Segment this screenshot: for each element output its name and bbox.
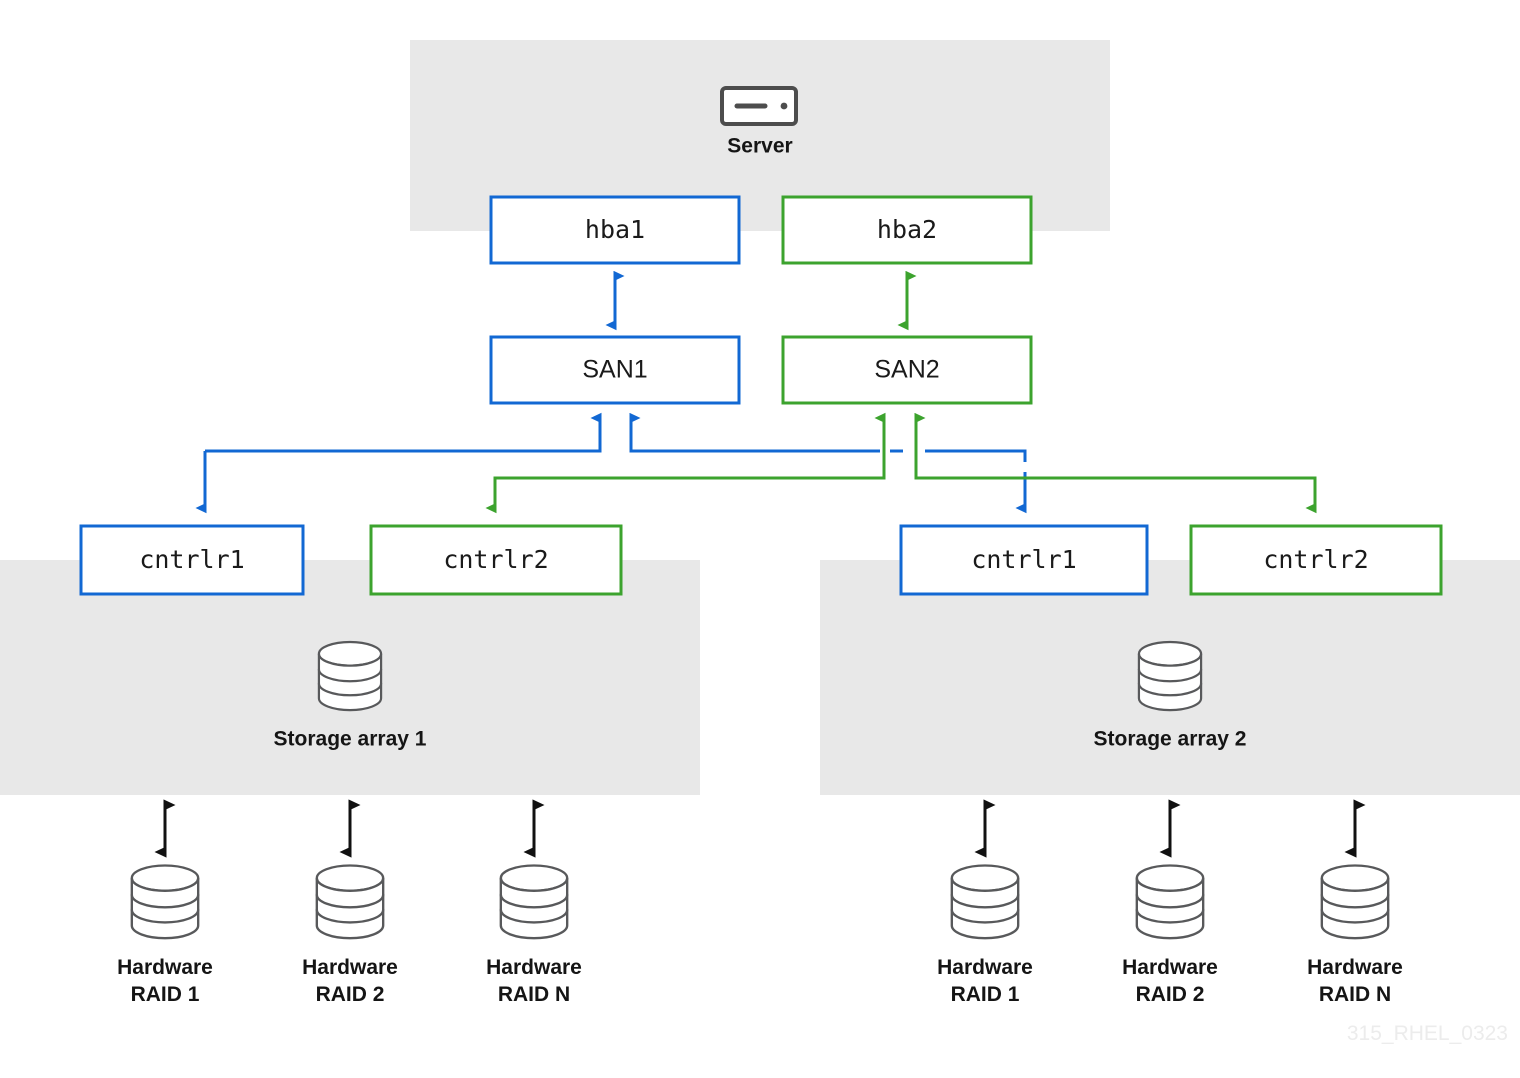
array2-raidn-label-line2: RAID N [1319, 983, 1391, 1006]
array2-cntrlr2-label: cntrlr2 [1263, 545, 1368, 574]
array2-raid2-disk-stack-icon [1135, 864, 1205, 940]
array1-cntrlr2-label: cntrlr2 [443, 545, 548, 574]
storage-array-1-label: Storage array 1 [274, 728, 427, 751]
storage-array-1-disk-stack-icon [317, 640, 383, 712]
array2-raid1-disk-stack-icon [950, 864, 1020, 940]
topology-diagram: Server hba1 hba2 SAN1 SAN2 cntrlr1 cntrl… [0, 40, 1520, 1045]
array2-raid1-label-line2: RAID 1 [951, 983, 1020, 1006]
blue-bus-right-seg1 [629, 412, 880, 453]
blue-bus-left [205, 412, 602, 453]
san1-label: SAN1 [582, 356, 647, 384]
server-label: Server [727, 135, 792, 158]
san2-label: SAN2 [874, 356, 939, 384]
array1-raidn-label-line1: Hardware [486, 956, 582, 979]
hba1-label: hba1 [585, 215, 645, 244]
storage-array-2-disk-stack-icon [1137, 640, 1203, 712]
green-bus-right-run [914, 412, 1317, 514]
array1-raid2-label-line2: RAID 2 [316, 983, 385, 1006]
array1-raidn-label-line2: RAID N [498, 983, 570, 1006]
array2-raid2-label-line2: RAID 2 [1136, 983, 1205, 1006]
diagram-canvas: Server hba1 hba2 SAN1 SAN2 cntrlr1 cntrl… [0, 0, 1520, 1078]
hba2-label: hba2 [877, 215, 937, 244]
array1-raid2-label-line1: Hardware [302, 956, 398, 979]
array2-raid2-label-line1: Hardware [1122, 956, 1218, 979]
array2-raidn-disk-stack-icon [1320, 864, 1390, 940]
array2-raid1-label-line1: Hardware [937, 956, 1033, 979]
array1-raid2-disk-stack-icon [315, 864, 385, 940]
array1-raid1-label-line1: Hardware [117, 956, 213, 979]
storage-array-2-label: Storage array 2 [1094, 728, 1247, 751]
array2-cntrlr1-label: cntrlr1 [971, 545, 1076, 574]
watermark: 315_RHEL_0323 [1347, 1022, 1508, 1045]
blue-bus-right-seg2 [925, 449, 1027, 462]
array1-raid1-disk-stack-icon [130, 864, 200, 940]
array1-raid1-label-line2: RAID 1 [131, 983, 200, 1006]
server-icon [720, 86, 798, 126]
array1-cntrlr1-label: cntrlr1 [139, 545, 244, 574]
array2-raidn-label-line1: Hardware [1307, 956, 1403, 979]
array1-raidn-disk-stack-icon [499, 864, 569, 940]
